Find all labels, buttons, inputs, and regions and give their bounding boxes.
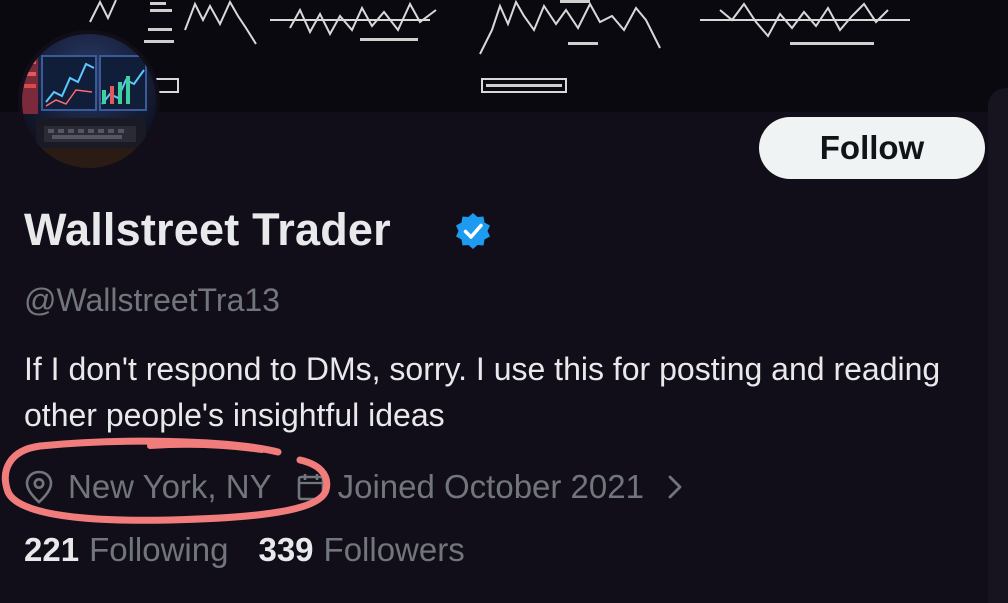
side-panel-edge [988,88,1008,603]
bio: If I don't respond to DMs, sorry. I use … [24,351,941,433]
follow-button[interactable]: Follow [759,117,985,179]
followers-label: Followers [323,531,465,568]
joined-date: Joined October 2021 [296,468,644,506]
profile-meta: New York, NY Joined October 2021 [24,464,684,510]
followers-stat[interactable]: 339 Followers [258,531,464,569]
verified-badge-icon[interactable] [453,211,493,256]
location: New York, NY [24,468,272,506]
location-pin-icon [24,470,54,504]
location-text: New York, NY [68,468,272,505]
joined-text: Joined October 2021 [337,468,644,505]
following-stat[interactable]: 221 Following [24,531,228,569]
handle: @WallstreetTra13 [24,282,280,318]
followers-count: 339 [258,531,314,568]
chevron-right-icon[interactable] [666,473,684,501]
avatar-image [22,34,156,168]
profile-stats: 221 Following 339 Followers [24,531,465,569]
avatar[interactable] [22,34,156,168]
following-label: Following [89,531,229,568]
display-name: Wallstreet Trader [24,204,391,255]
following-count: 221 [24,531,80,568]
calendar-icon [296,472,326,502]
